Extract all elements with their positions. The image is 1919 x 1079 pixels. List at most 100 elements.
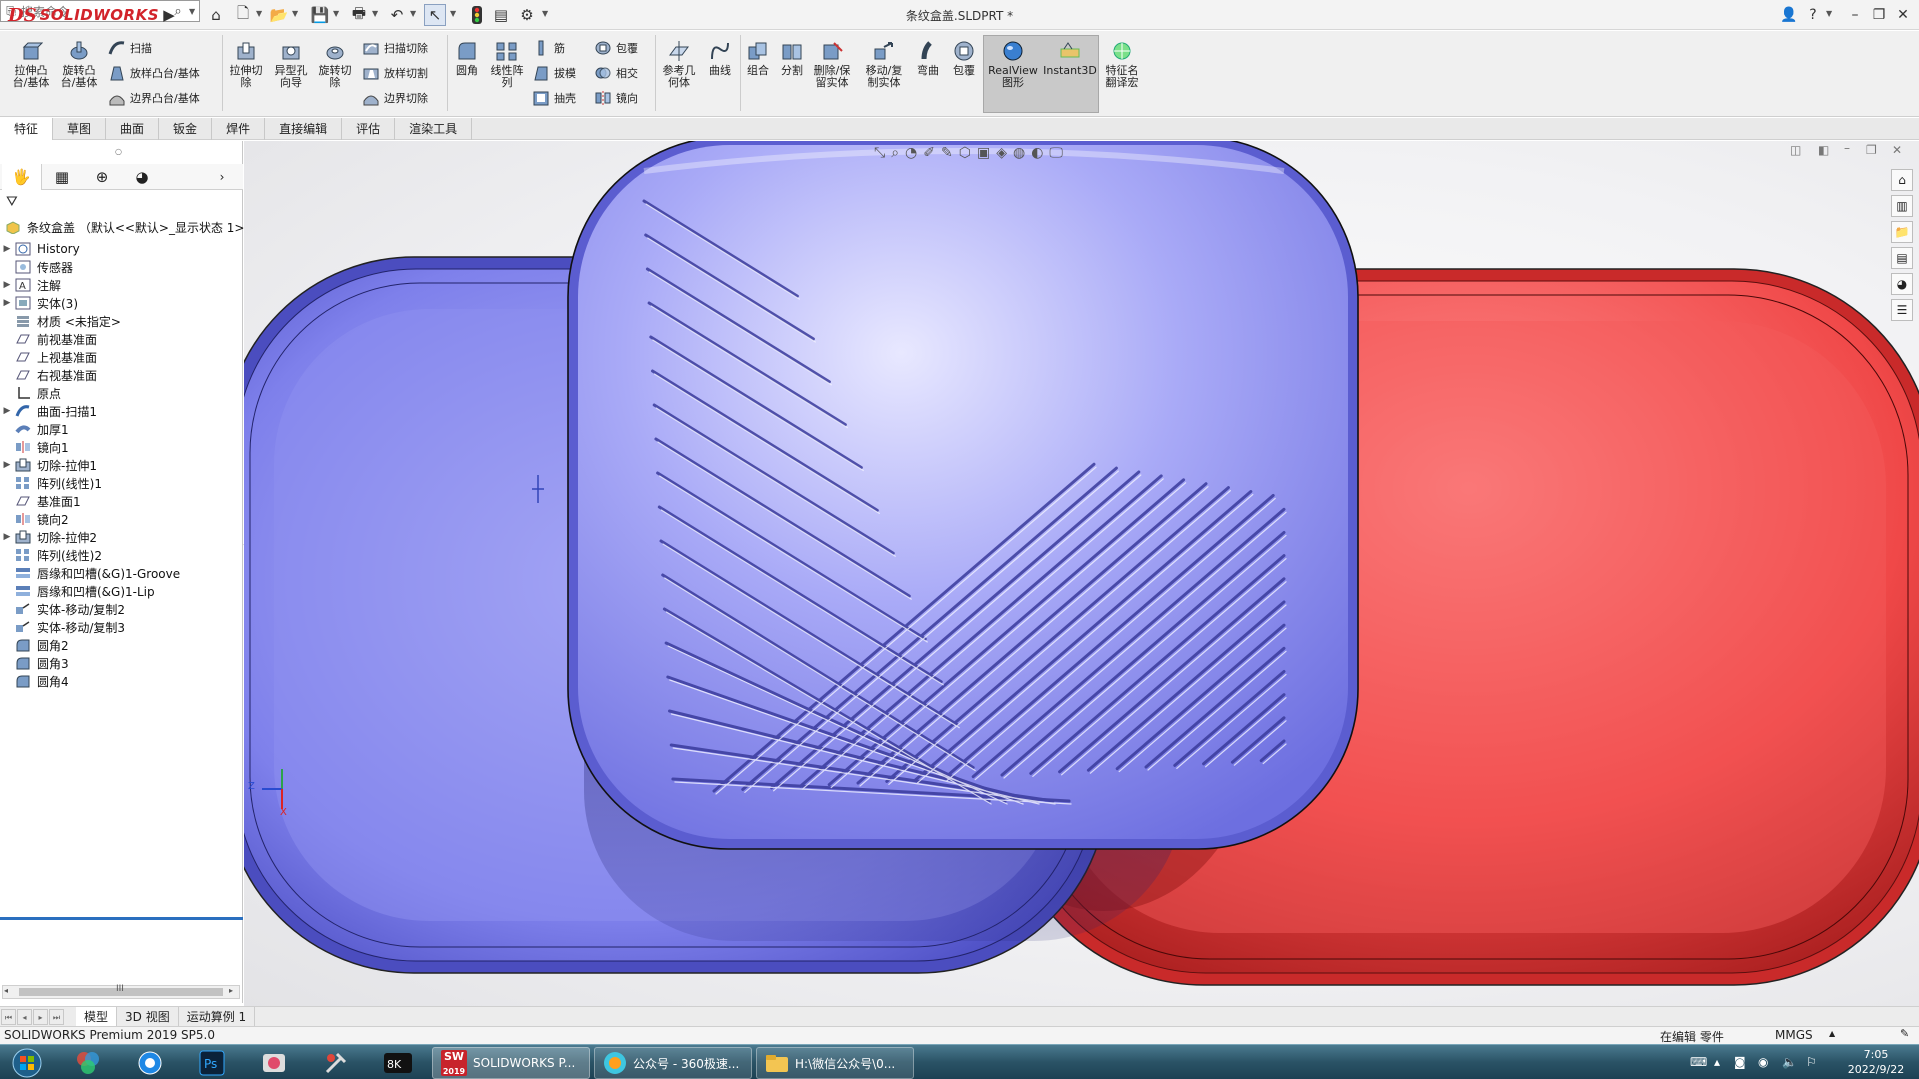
revolved-cut-button[interactable]: 旋转切 除 — [314, 39, 356, 89]
tree-root-part[interactable]: 条纹盒盖 （默认<<默认>_显示状态 1>） — [4, 216, 256, 238]
filter-icon[interactable]: ⛛ — [6, 194, 18, 210]
help-dropdown-icon[interactable]: ▼ — [1826, 9, 1832, 18]
shell-button[interactable]: 抽壳 — [532, 87, 576, 109]
sweep-button[interactable]: 扫描 — [108, 37, 152, 59]
apply-scene-icon[interactable]: ◐ — [1031, 145, 1043, 161]
user-account-icon[interactable]: 👤 — [1776, 4, 1802, 26]
unit-system-selector[interactable]: MMGS — [1775, 1028, 1813, 1042]
flex-button[interactable]: 弯曲 — [912, 39, 944, 77]
view-palette-icon[interactable]: ▤ — [1891, 247, 1913, 269]
wrap-button[interactable]: 包覆 — [948, 39, 980, 77]
file-explorer-icon[interactable]: 📁 — [1891, 221, 1913, 243]
last-tab-icon[interactable]: ⏭ — [49, 1008, 64, 1025]
tab-render-tools[interactable]: 渲染工具 — [395, 118, 473, 140]
zoom-to-area-icon[interactable]: ⌕ — [891, 145, 899, 161]
combine-button[interactable]: 组合 — [742, 39, 774, 77]
taskbar-solidworks-button[interactable]: SW 2019 SOLIDWORKS P... — [432, 1047, 590, 1079]
feature-name-translate-macro-button[interactable]: 特征名 翻译宏 — [1100, 39, 1144, 89]
tab-evaluate[interactable]: 评估 — [342, 118, 396, 140]
tab-model[interactable]: 模型 — [76, 1006, 118, 1027]
graphics-area[interactable]: Z X ⤡ ⌕ ◔ ✐ ✎ ⬡ ▣ ◈ ◍ ◐ 🖵 ◫ ◧ – ❐ ✕ ⌂ ▥ … — [244, 141, 1919, 1007]
view-settings-icon[interactable]: 🖵 — [1049, 145, 1063, 161]
loft-boss-button[interactable]: 放样凸台/基体 — [108, 62, 200, 84]
solidworks-resources-icon[interactable]: ⌂ — [1891, 169, 1913, 191]
appearances-scenes-icon[interactable]: ◕ — [1891, 273, 1913, 295]
tree-item[interactable]: 圆角4 — [0, 670, 69, 692]
dynamic-annotation-icon[interactable]: ✎ — [941, 145, 953, 161]
photoshop-icon[interactable]: Ps — [190, 1048, 234, 1078]
unit-dropdown-icon[interactable]: ▲ — [1829, 1029, 1835, 1038]
boundary-boss-button[interactable]: 边界凸台/基体 — [108, 87, 200, 109]
rollback-bar[interactable] — [0, 917, 243, 920]
tab-surfaces[interactable]: 曲面 — [106, 118, 160, 140]
hide-show-items-icon[interactable]: ◈ — [996, 145, 1007, 161]
volume-tray-icon[interactable]: 🔈 — [1782, 1055, 1797, 1069]
hole-wizard-button[interactable]: 异型孔 向导 — [270, 39, 312, 89]
mirror-button[interactable]: 镜向 — [594, 87, 638, 109]
video-editor-icon[interactable]: 8K — [376, 1048, 420, 1078]
tab-motion-study[interactable]: 运动算例 1 — [179, 1006, 256, 1027]
windows-start-icon[interactable] — [2, 1048, 52, 1078]
displaymanager-tab-icon[interactable]: ◕ — [122, 164, 162, 190]
system-clock[interactable]: 7:05 2022/9/22 — [1840, 1047, 1912, 1077]
browser-icon[interactable] — [128, 1048, 172, 1078]
photos-icon[interactable] — [66, 1048, 110, 1078]
draft-button[interactable]: 拔模 — [532, 62, 576, 84]
viewport-tile-icon[interactable]: ◫ — [1790, 143, 1801, 157]
split-button[interactable]: 分割 — [776, 39, 808, 77]
network-tray-icon[interactable]: ◉ — [1758, 1055, 1768, 1069]
rib-button[interactable]: 筋 — [532, 37, 565, 59]
expand-arrow-icon[interactable]: ▶ — [0, 280, 14, 290]
minimize-window-icon[interactable]: – — [1842, 4, 1868, 26]
taskbar-browser-button[interactable]: 公众号 - 360极速... — [594, 1047, 752, 1079]
restore-window-icon[interactable]: ❐ — [1866, 4, 1892, 26]
prev-tab-icon[interactable]: ◂ — [17, 1008, 32, 1025]
expand-arrow-icon[interactable]: ▶ — [0, 244, 14, 254]
edit-appearance-icon[interactable]: ◍ — [1013, 145, 1025, 161]
tab-features[interactable]: 特征 — [0, 118, 54, 140]
fillet-button[interactable]: 圆角 — [450, 39, 484, 77]
propertymanager-tab-icon[interactable]: ▦ — [42, 164, 82, 190]
zoom-to-fit-icon[interactable]: ⤡ — [874, 145, 885, 161]
tools-icon[interactable] — [314, 1048, 358, 1078]
custom-properties-icon[interactable]: ☰ — [1891, 299, 1913, 321]
action-center-tray-icon[interactable]: ⚐ — [1806, 1055, 1817, 1069]
horizontal-scrollbar[interactable]: ◂ III ▸ — [2, 984, 240, 999]
quick-tips-icon[interactable]: ✎ — [1900, 1027, 1909, 1040]
tab-direct-editing[interactable]: 直接编辑 — [265, 118, 343, 140]
expand-arrow-icon[interactable]: ▶ — [0, 460, 14, 470]
viewport-minimize-icon[interactable]: – — [1844, 141, 1850, 155]
tab-sketch[interactable]: 草图 — [53, 118, 107, 140]
scroll-right-icon[interactable]: ▸ — [229, 986, 233, 995]
lofted-cut-button[interactable]: 放样切割 — [362, 62, 428, 84]
expand-arrow-icon[interactable]: ▶ — [0, 298, 14, 308]
instant3d-button[interactable]: Instant3D — [1042, 39, 1098, 77]
tab-sheet-metal[interactable]: 钣金 — [159, 118, 213, 140]
tray-arrow-icon[interactable]: ▴ — [1714, 1055, 1720, 1069]
next-tab-icon[interactable]: ▸ — [33, 1008, 48, 1025]
solidworks-tray-icon[interactable]: ◙ — [1734, 1055, 1746, 1069]
taskbar-explorer-button[interactable]: H:\微信公众号\0... — [756, 1047, 914, 1079]
design-library-icon[interactable]: ▥ — [1891, 195, 1913, 217]
linear-pattern-button[interactable]: 线性阵 列 — [487, 39, 527, 89]
chevron-right-icon[interactable]: › — [210, 164, 234, 190]
reference-geometry-button[interactable]: 参考几 何体 — [658, 39, 700, 89]
extruded-cut-button[interactable]: 拉伸切 除 — [225, 39, 267, 89]
realview-graphics-button[interactable]: RealView 图形 — [986, 39, 1040, 89]
curves-button[interactable]: 曲线 — [702, 39, 738, 77]
viewport-split-icon[interactable]: ◧ — [1818, 143, 1829, 157]
boundary-cut-button[interactable]: 边界切除 — [362, 87, 428, 109]
viewport-restore-icon[interactable]: ❐ — [1866, 143, 1877, 157]
mail-icon[interactable] — [252, 1048, 296, 1078]
help-icon[interactable]: ? — [1800, 4, 1826, 26]
expand-arrow-icon[interactable]: ▶ — [0, 532, 14, 542]
section-view-icon[interactable]: ✐ — [923, 145, 935, 161]
keyboard-tray-icon[interactable]: ⌨ — [1690, 1055, 1707, 1069]
view-orientation-icon[interactable]: ⬡ — [959, 145, 971, 161]
viewport-close-icon[interactable]: ✕ — [1892, 143, 1902, 157]
tab-weldments[interactable]: 焊件 — [212, 118, 266, 140]
delete-keep-body-button[interactable]: 删除/保 留实体 — [810, 39, 854, 89]
panel-grip-icon[interactable]: ○ — [115, 147, 122, 156]
configurationmanager-tab-icon[interactable]: ⊕ — [82, 164, 122, 190]
scroll-left-icon[interactable]: ◂ — [4, 986, 8, 995]
